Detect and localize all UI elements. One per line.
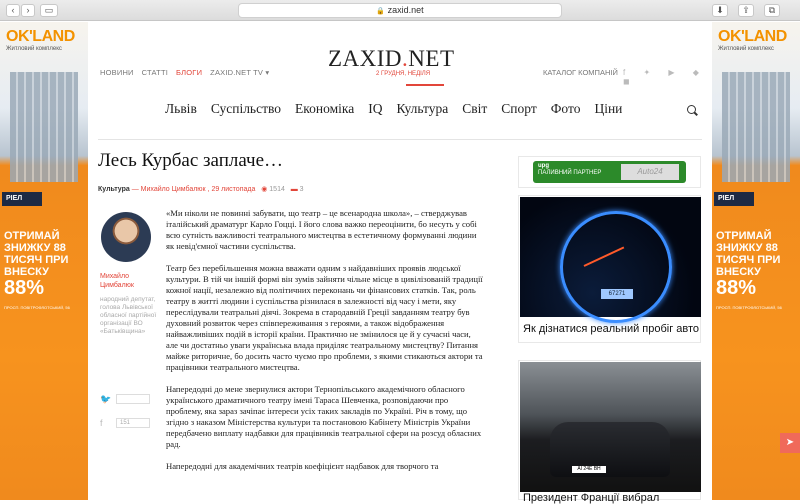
nav-lviv[interactable]: Львів [165,101,197,116]
back-icon: ‹ [11,5,15,15]
views-count: 1514 [269,186,285,193]
article-date: 29 листопада [211,186,256,193]
gauge-icon [560,211,672,323]
sidebar-ad[interactable]: upg ПАЛИВНИЙ ПАРТНЕР Auto24 [518,156,701,188]
paragraph: Напередодні для академічних театрів коеф… [166,461,439,471]
author-name[interactable]: Михайло Цимбалюк [100,272,158,290]
ad-subtitle: Житловий комплекс [718,46,774,52]
paragraph: Театр без перебільшення можна вважати од… [166,263,483,372]
twitter-icon: 🐦 [100,394,112,404]
right-ad-banner[interactable]: OK'LAND Житловий комплекс РІЕЛ ОТРИМАЙ З… [712,22,800,500]
telegram-share-button[interactable]: ➤ [780,433,800,453]
search-icon[interactable] [687,105,696,114]
category-link[interactable]: Культура [98,186,130,193]
url-text: zaxid.net [387,5,424,15]
ad-badge: РІЕЛ [2,192,42,206]
nav-society[interactable]: Суспільство [211,101,281,116]
site-logo[interactable]: ZAXID.NET [328,46,455,72]
download-icon: ⬇ [716,5,724,15]
share-icon: ⇪ [742,5,750,15]
news-photo: AI 24E BH [520,362,701,492]
ad-building-image [10,72,78,182]
ad-brand: upg ПАЛИВНИЙ ПАРТНЕР [538,163,602,176]
divider [98,139,702,140]
nav-world[interactable]: Світ [462,101,487,116]
twitter-count [116,394,150,404]
paragraph: Напередодні до мене звернулися актори Те… [166,384,482,449]
browser-toolbar: ‹ › ▭ 🔒 zaxid.net ⬇ ⇪ ⧉ [0,0,800,21]
active-indicator [406,84,444,86]
nav-iq[interactable]: IQ [368,101,382,116]
nav-news[interactable]: НОВИНИ [100,68,134,77]
left-ad-banner[interactable]: OK'LAND Житловий комплекс РІЕЛ ОТРИМАЙ З… [0,22,88,500]
ad-small: ПРОСП. ПОВІТРОФЛОТСЬКИЙ, 56 [4,305,70,310]
comments-count[interactable]: 3 [300,186,304,193]
ad-small: ПРОСП. ПОВІТРОФЛОТСЬКИЙ, 56 [716,305,782,310]
lock-icon: 🔒 [376,8,386,15]
page: НОВИНИ СТАТТІ БЛОГИ ZAXID.NET TV ▾ ZAXID.NE… [88,22,712,504]
comment-icon: ▬ [290,186,298,193]
car-image [550,422,670,477]
tabs-icon: ⧉ [768,5,776,15]
author-link[interactable]: — Михайло Цимбалюк , [132,186,210,193]
ad-text: ОТРИМАЙ ЗНИЖКУ 88 ТИСЯЧ ПРИ ВНЕСКУ [4,230,69,278]
ad-banner: upg ПАЛИВНИЙ ПАРТНЕР Auto24 [533,161,686,183]
nav-tv[interactable]: ZAXID.NET TV ▾ [210,68,269,77]
nav-sport[interactable]: Спорт [501,101,536,116]
back-button[interactable]: ‹ [6,4,20,17]
ad-big: 88% [716,277,757,299]
ad-logo: OK'LAND [6,28,75,45]
main-nav: Львів Суспільство Економіка IQ Культура Світ С… [165,101,636,117]
twitter-share[interactable]: 🐦 [100,394,152,404]
paper-plane-icon: ➤ [785,437,795,448]
share-button[interactable]: ⇪ [738,4,754,17]
facebook-share[interactable]: f 151 [100,418,152,428]
news-card[interactable]: 67271 Як дізнатися реальний пробіг авто [518,195,701,343]
nav-economy[interactable]: Економіка [295,101,354,116]
author-bio: народний депутат, голова Львівської обла… [100,296,157,335]
forward-button[interactable]: › [21,4,35,17]
nav-culture[interactable]: Культура [397,101,449,116]
avatar[interactable] [101,212,151,262]
ad-building-image [722,72,790,182]
tabs-button[interactable]: ⧉ [764,4,780,17]
sidebar-icon: ▭ [44,5,54,15]
paragraph: «Ми ніколи не повинні забувати, що театр… [166,208,477,251]
top-nav: НОВИНИ СТАТТІ БЛОГИ ZAXID.NET TV ▾ [100,68,277,77]
site-date: 2 ГРУДНЯ, НЕДІЛЯ [376,71,431,77]
news-card[interactable]: AI 24E BH Президент Франції вибрал [518,360,701,504]
ad-text: ОТРИМАЙ ЗНИЖКУ 88 ТИСЯЧ ПРИ ВНЕСКУ [716,230,781,278]
sidebar-button[interactable]: ▭ [40,4,58,17]
social-icons[interactable]: f ✦ ▶ ◆ ◼ [623,68,712,86]
nav-prices[interactable]: Ціни [594,101,622,116]
ad-badge: РІЕЛ [714,192,754,206]
card-title[interactable]: Як дізнатися реальний пробіг авто [523,323,699,335]
facebook-icon: f [100,418,103,428]
nav-blogs[interactable]: БЛОГИ [176,68,202,77]
odometer: 67271 [601,289,633,299]
facebook-count: 151 [116,418,150,428]
ad-big: 88% [4,277,45,299]
article-body: «Ми ніколи не повинні забувати, що театр… [166,208,484,483]
card-title[interactable]: Президент Франції вибрал [523,492,659,504]
article-meta: Культура — Михайло Цимбалюк , 29 листопа… [98,185,304,193]
catalog-link[interactable]: КАТАЛОГ КОМПАНІЙ [543,68,618,77]
license-plate: AI 24E BH [572,466,606,473]
dashboard-image: 67271 [520,197,701,323]
article-title: Лесь Курбас заплаче… [98,150,284,171]
forward-icon: › [26,5,30,15]
nav-photo[interactable]: Фото [551,101,581,116]
nav-articles[interactable]: СТАТТІ [142,68,168,77]
eye-icon: ◉ [261,186,268,193]
ad-partner: Auto24 [621,164,679,180]
address-bar[interactable]: 🔒 zaxid.net [238,3,562,18]
download-button[interactable]: ⬇ [712,4,728,17]
ad-subtitle: Житловий комплекс [6,46,62,52]
ad-logo: OK'LAND [718,28,787,45]
